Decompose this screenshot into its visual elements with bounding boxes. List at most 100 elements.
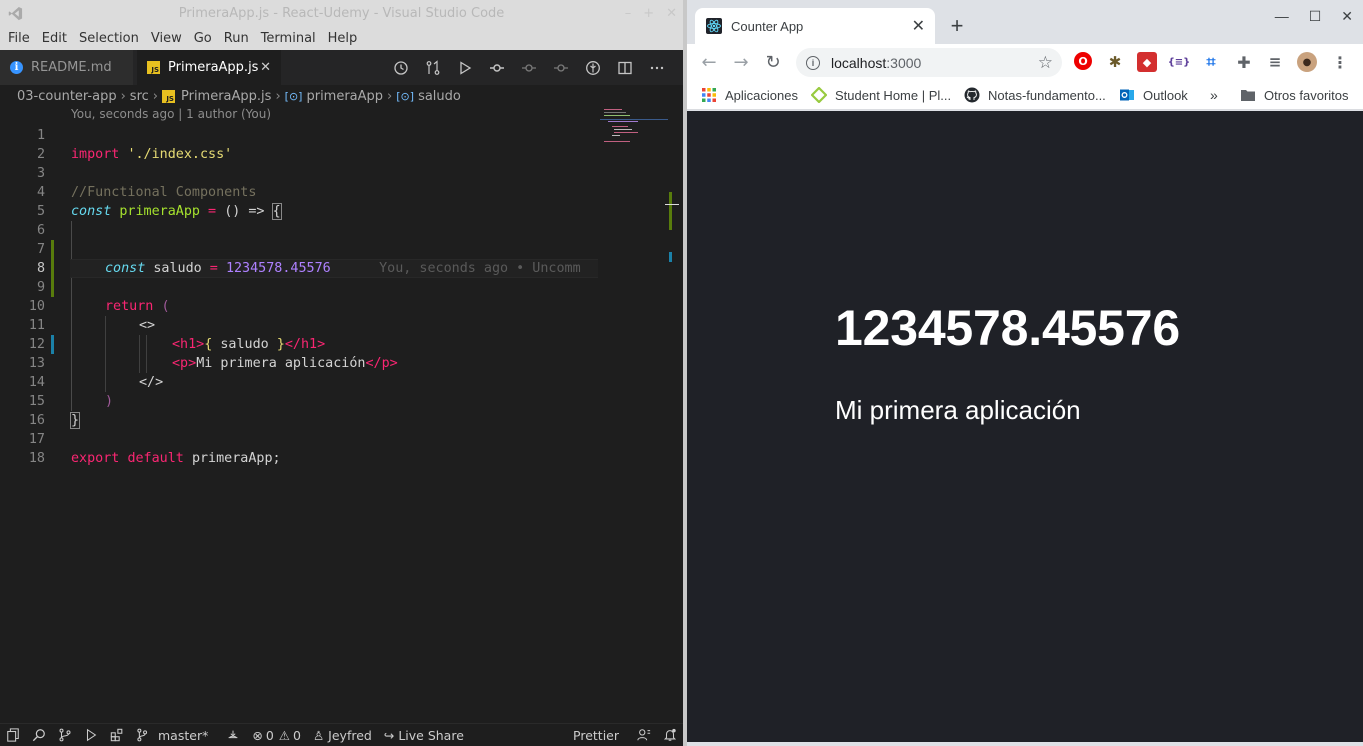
reload-icon[interactable]: ↻ xyxy=(757,46,789,78)
back-icon[interactable]: ← xyxy=(693,46,725,78)
chrome-menu-icon[interactable]: ⋮ xyxy=(1330,52,1350,72)
jsx-text: Mi primera aplicación xyxy=(196,356,366,371)
apps-grid-icon xyxy=(702,88,716,102)
git-codelens[interactable]: You, seconds ago | 1 author (You) xyxy=(71,107,271,121)
bookmark-student-home[interactable]: Student Home | Pl... xyxy=(811,80,951,110)
chevron-right-icon: › xyxy=(387,88,393,104)
tab-title: Counter App xyxy=(731,18,804,34)
line-number: 16 xyxy=(28,413,45,428)
keyword: export xyxy=(71,451,120,466)
maximize-icon[interactable]: + xyxy=(643,0,654,27)
menu-run[interactable]: Run xyxy=(218,31,255,46)
bookmark-apps[interactable]: Aplicaciones xyxy=(701,80,798,110)
breadcrumb-folder[interactable]: 03-counter-app xyxy=(17,89,117,104)
line-number: 9 xyxy=(36,280,45,295)
previous-change-icon[interactable] xyxy=(519,58,539,78)
opera-extension-icon[interactable]: O xyxy=(1074,52,1092,70)
chevron-right-icon: › xyxy=(152,88,158,104)
code-line: 18 export default primeraApp; xyxy=(0,449,600,468)
folder-icon xyxy=(1241,90,1255,101)
menu-terminal[interactable]: Terminal xyxy=(255,31,322,46)
minimap[interactable] xyxy=(600,107,670,157)
bookmark-star-icon[interactable]: ☆ xyxy=(1038,53,1053,73)
bookmark-outlook[interactable]: Outlook xyxy=(1119,80,1188,110)
explorer-icon[interactable] xyxy=(0,724,26,746)
code-line: 11 <> xyxy=(0,316,600,335)
problems-indicator[interactable]: ⊗ 0 ⚠ 0 xyxy=(246,724,307,746)
more-actions-icon[interactable] xyxy=(647,58,667,78)
timeline-icon[interactable] xyxy=(391,58,411,78)
menu-file[interactable]: File xyxy=(2,31,36,46)
source-control-icon[interactable] xyxy=(52,724,78,746)
tab-primeraapp[interactable]: JS PrimeraApp.js ✕ xyxy=(137,50,281,85)
author-indicator[interactable]: ♙ Jeyfred xyxy=(307,724,378,746)
breadcrumb-symbol[interactable]: primeraApp xyxy=(306,89,383,104)
maximize-icon[interactable]: ☐ xyxy=(1309,8,1322,25)
grid-extension-icon[interactable]: ⌗ xyxy=(1201,52,1221,72)
breadcrumb-src[interactable]: src xyxy=(130,89,149,104)
red-extension-icon[interactable]: ◆ xyxy=(1137,52,1157,72)
bookmarks-bar: Aplicaciones Student Home | Pl... Notas-… xyxy=(687,80,1363,110)
live-share-button[interactable]: ↪ Live Share xyxy=(378,724,470,746)
identifier: primeraApp xyxy=(119,204,200,219)
jsx-tag: <p> xyxy=(172,356,197,371)
extensions-puzzle-icon[interactable]: ✚ xyxy=(1234,52,1254,72)
search-icon[interactable] xyxy=(26,724,52,746)
vscode-window: PrimeraApp.js - React-Udemy - Visual Stu… xyxy=(0,0,683,746)
breadcrumb-file[interactable]: PrimeraApp.js xyxy=(181,89,271,104)
code-line: 4 //Functional Components xyxy=(0,183,600,202)
forward-icon[interactable]: → xyxy=(725,46,757,78)
live-share-label: Live Share xyxy=(398,727,464,743)
menu-view[interactable]: View xyxy=(145,31,188,46)
toggle-blame-icon[interactable] xyxy=(583,58,603,78)
profile-avatar[interactable]: ● xyxy=(1297,52,1317,72)
close-icon[interactable]: ✕ xyxy=(666,0,677,27)
overview-ruler[interactable] xyxy=(665,107,679,723)
minimize-icon[interactable]: — xyxy=(1275,8,1289,25)
feedback-icon[interactable] xyxy=(631,724,657,746)
new-tab-button[interactable]: + xyxy=(945,13,969,38)
open-changes-icon[interactable] xyxy=(423,58,443,78)
tab-close-icon[interactable]: ✕ xyxy=(260,60,271,75)
menu-selection[interactable]: Selection xyxy=(73,31,145,46)
next-change-icon[interactable] xyxy=(551,58,571,78)
run-icon[interactable] xyxy=(455,58,475,78)
bug-extension-icon[interactable]: ✱ xyxy=(1105,52,1125,72)
menu-help[interactable]: Help xyxy=(322,31,364,46)
line-number: 1 xyxy=(36,128,45,143)
line-number: 14 xyxy=(28,375,45,390)
json-extension-icon[interactable]: {≡} xyxy=(1168,52,1191,72)
address-bar[interactable]: i localhost:3000 ☆ xyxy=(796,48,1062,77)
split-editor-icon[interactable] xyxy=(615,58,635,78)
notifications-icon[interactable] xyxy=(657,724,683,746)
bookmark-notas[interactable]: Notas-fundamento... xyxy=(964,80,1106,110)
sync-icon[interactable] xyxy=(220,724,246,746)
site-info-icon[interactable]: i xyxy=(806,55,820,70)
bookmarks-overflow-button[interactable]: » xyxy=(1210,80,1218,110)
extensions-icon[interactable] xyxy=(104,724,130,746)
reading-list-icon[interactable]: ≡ xyxy=(1265,52,1285,72)
code-editor[interactable]: 1 2 import './index.css' 3 4 //Functional … xyxy=(0,126,683,723)
comment: //Functional Components xyxy=(71,185,257,200)
url-host: localhost xyxy=(831,54,887,71)
prettier-status[interactable]: Prettier xyxy=(567,724,625,746)
variable-symbol-icon: [⊙] xyxy=(284,89,303,103)
git-branch[interactable]: master* xyxy=(130,724,220,746)
run-debug-icon[interactable] xyxy=(78,724,104,746)
minimize-icon[interactable]: – xyxy=(625,0,632,27)
breadcrumb-symbol[interactable]: saludo xyxy=(418,89,461,104)
git-commit-icon[interactable] xyxy=(487,58,507,78)
browser-tab[interactable]: Counter App ✕ xyxy=(695,8,935,44)
menu-go[interactable]: Go xyxy=(188,31,218,46)
status-bar: master* ⊗ 0 ⚠ 0 ♙ Jeyfred ↪ Live Share P… xyxy=(0,723,683,746)
menu-edit[interactable]: Edit xyxy=(36,31,73,46)
tab-readme[interactable]: i README.md xyxy=(0,50,133,85)
close-icon[interactable]: ✕ xyxy=(1341,8,1353,25)
code-line: 6 xyxy=(0,221,600,240)
window-bottom-border xyxy=(687,742,1363,746)
close-tab-icon[interactable]: ✕ xyxy=(912,16,925,36)
code-line: 12 <h1>{ saludo }</h1> xyxy=(0,335,600,354)
other-bookmarks-folder[interactable]: Otros favoritos xyxy=(1240,80,1349,110)
vscode-logo-icon xyxy=(8,6,23,21)
chevron-right-icon: › xyxy=(275,88,281,104)
